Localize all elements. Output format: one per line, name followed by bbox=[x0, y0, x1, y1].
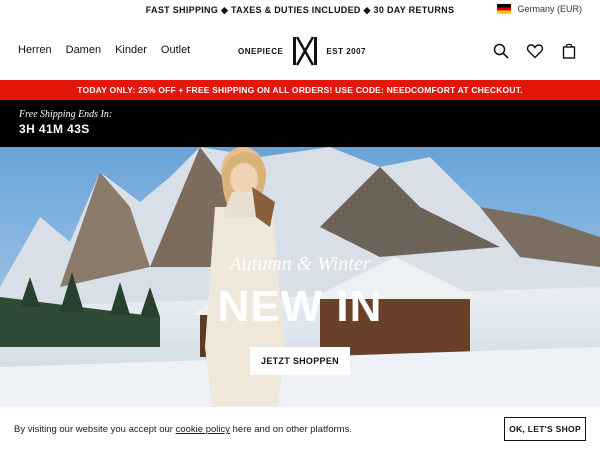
cookie-banner: By visiting our website you accept our c… bbox=[0, 407, 600, 450]
hero-banner[interactable]: Autumn & Winter NEW IN JETZT SHOPPEN bbox=[0, 147, 600, 407]
countdown-bar: Free Shipping Ends In: 3H 41M 43S bbox=[0, 100, 600, 147]
accept-cookies-button[interactable]: OK, LET'S SHOP bbox=[504, 417, 586, 441]
cookie-text-after: here and on other platforms. bbox=[229, 424, 352, 435]
promo-banner[interactable]: TODAY ONLY: 25% OFF + FREE SHIPPING ON A… bbox=[0, 80, 600, 100]
logo-est: EST 2007 bbox=[326, 46, 366, 56]
logo-brand: ONEPIECE bbox=[238, 46, 284, 56]
nav-item-outlet[interactable]: Outlet bbox=[161, 44, 190, 56]
cookie-text: By visiting our website you accept our c… bbox=[14, 424, 352, 435]
logo-mark-icon bbox=[292, 36, 317, 66]
announcement-bar: FAST SHIPPING ◆ TAXES & DUTIES INCLUDED … bbox=[0, 0, 600, 22]
countdown-time: 3H 41M 43S bbox=[19, 122, 90, 136]
main-nav: Herren Damen Kinder Outlet bbox=[18, 44, 190, 56]
cookie-text-before: By visiting our website you accept our bbox=[14, 424, 176, 435]
cookie-policy-link[interactable]: cookie policy bbox=[176, 424, 230, 435]
site-logo[interactable]: ONEPIECE EST 2007 bbox=[238, 35, 366, 67]
site-header: Herren Damen Kinder Outlet ONEPIECE EST … bbox=[0, 22, 600, 80]
search-icon[interactable] bbox=[492, 42, 510, 60]
region-label: Germany (EUR) bbox=[517, 4, 582, 14]
nav-item-damen[interactable]: Damen bbox=[66, 44, 101, 56]
nav-item-herren[interactable]: Herren bbox=[18, 44, 52, 56]
heart-icon[interactable] bbox=[526, 42, 544, 60]
nav-item-kinder[interactable]: Kinder bbox=[115, 44, 147, 56]
hero-subtitle: Autumn & Winter bbox=[229, 253, 371, 275]
shopping-bag-icon[interactable] bbox=[560, 42, 578, 60]
header-actions bbox=[492, 42, 578, 60]
shop-now-button[interactable]: JETZT SHOPPEN bbox=[250, 347, 350, 375]
region-selector[interactable]: Germany (EUR) bbox=[497, 4, 582, 14]
countdown-label: Free Shipping Ends In: bbox=[19, 109, 113, 120]
hero-title: NEW IN bbox=[217, 282, 383, 331]
germany-flag-icon bbox=[497, 4, 512, 14]
